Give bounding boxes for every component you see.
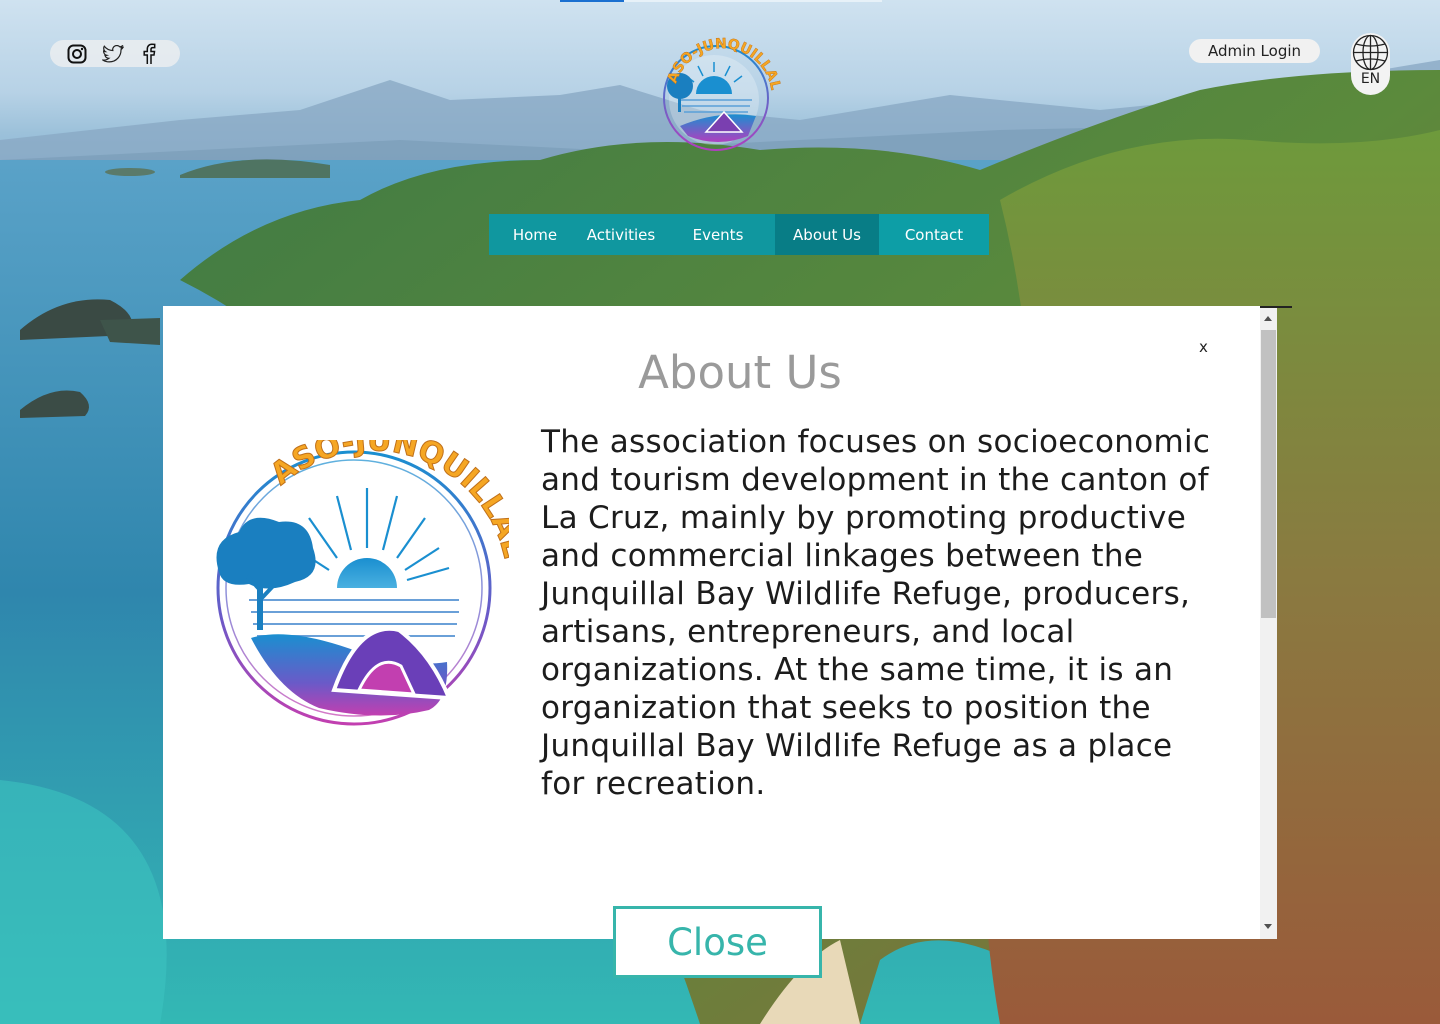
brand-logo[interactable]: ASO-JUNQUILLAL (658, 36, 782, 154)
main-nav: Home Activities Events About Us Contact (489, 214, 989, 255)
page-load-progress (560, 0, 882, 2)
nav-item-contact[interactable]: Contact (879, 214, 989, 255)
modal-title: About Us (638, 346, 842, 399)
instagram-icon[interactable] (66, 43, 88, 65)
about-us-description: The association focuses on socioeconomic… (541, 424, 1211, 802)
nav-item-home[interactable]: Home (489, 214, 581, 255)
scroll-down-arrow[interactable] (1264, 924, 1272, 929)
facebook-icon[interactable] (138, 43, 160, 65)
close-button[interactable]: Close (613, 906, 822, 978)
admin-login-button[interactable]: Admin Login (1189, 39, 1320, 63)
scroll-up-arrow[interactable] (1264, 316, 1272, 321)
language-code: EN (1360, 71, 1381, 87)
nav-item-events[interactable]: Events (661, 214, 775, 255)
nav-item-activities[interactable]: Activities (581, 214, 661, 255)
social-bar (50, 40, 180, 67)
language-selector[interactable]: EN (1351, 33, 1390, 95)
nav-item-about-us[interactable]: About Us (775, 214, 879, 255)
globe-icon (1352, 34, 1389, 71)
scroll-thumb[interactable] (1261, 330, 1276, 618)
about-us-modal: About Us x ASO-JUNQUIL The association f… (163, 306, 1292, 939)
modal-logo: ASO-JUNQUILLAL (216, 440, 509, 726)
modal-scrollbar[interactable] (1260, 306, 1292, 939)
close-x-button[interactable]: x (1199, 338, 1208, 356)
twitter-icon[interactable] (102, 43, 124, 65)
